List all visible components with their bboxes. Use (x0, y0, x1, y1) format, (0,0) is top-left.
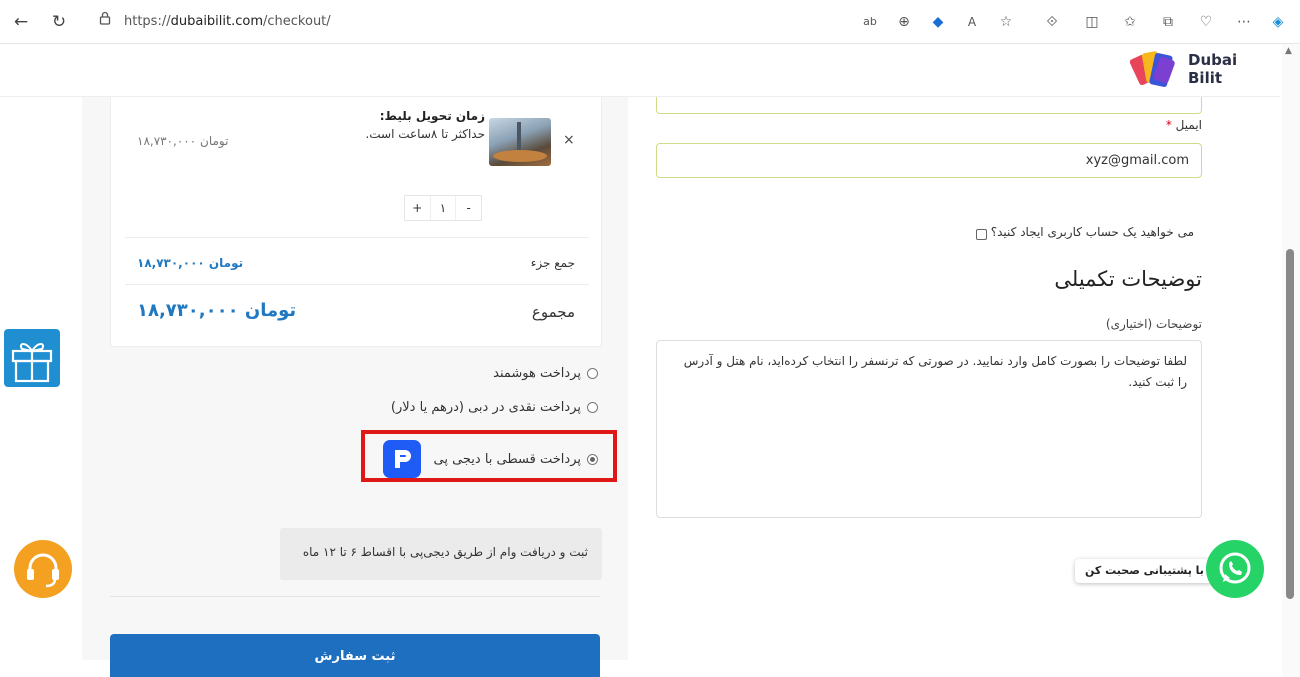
whatsapp-icon (1219, 552, 1251, 584)
qty-decrease-button[interactable]: - (456, 196, 481, 220)
billing-form: ایمیل * xyz@gmail.com می خواهید یک حساب … (656, 44, 1202, 644)
required-marker: * (1165, 118, 1172, 132)
page-viewport: Dubai Bilit ۱۸,۷۳۰,۰۰۰ تومان زمان تحویل … (0, 44, 1300, 677)
digipay-logo-icon (383, 440, 422, 478)
url-prefix: https:// (124, 14, 171, 29)
order-notes-textarea[interactable]: لطفا توضیحات را بصورت کامل وارد نمایید. … (656, 340, 1202, 518)
qty-increase-button[interactable]: + (405, 196, 430, 220)
whatsapp-widget[interactable] (1206, 540, 1264, 598)
email-field[interactable]: xyz@gmail.com (656, 143, 1202, 178)
total-label: مجموع (531, 303, 575, 321)
browser-toolbar: ← ↻ https://dubaibilit.com/checkout/ ab … (0, 0, 1300, 44)
collections-icon[interactable]: ⧉ (1158, 12, 1178, 32)
total-value: ۱۸,۷۳۰,۰۰۰ تومان (137, 300, 297, 321)
url-path: /checkout/ (263, 14, 331, 29)
coupon-tag-icon[interactable]: ◆ (928, 12, 948, 32)
zoom-icon[interactable]: ⊕ (894, 12, 914, 32)
subtotal-value: ۱۸,۷۳۰,۰۰۰ تومان (137, 256, 244, 270)
payment-label-smart: پرداخت هوشمند (493, 366, 581, 381)
gift-widget[interactable] (4, 329, 60, 387)
product-thumbnail (489, 118, 551, 166)
payment-label-digipay: پرداخت قسطی با دیجی پی (433, 451, 581, 467)
translate-icon[interactable]: ab (860, 12, 880, 32)
scrollbar-thumb[interactable] (1286, 249, 1294, 599)
digipay-info-box: ثبت و دریافت وام از طریق دیجی‌پی با اقسا… (280, 528, 602, 580)
order-summary-card: ۱۸,۷۳۰,۰۰۰ تومان زمان تحویل بلیط: حداکثر… (110, 97, 602, 347)
scroll-up-arrow-icon[interactable]: ▲ (1285, 46, 1292, 56)
quantity-stepper: + ۱ - (404, 195, 482, 221)
product-title: زمان تحویل بلیط: (379, 109, 485, 123)
brand-logo[interactable]: Dubai Bilit (1129, 46, 1250, 92)
chat-with-support-label[interactable]: با پشتیبانی صحبت کن (1075, 559, 1214, 583)
support-widget[interactable] (14, 540, 72, 598)
read-aloud-icon[interactable]: A (962, 12, 982, 32)
more-menu-icon[interactable]: ⋯ (1234, 12, 1254, 32)
brand-line1: Dubai (1188, 51, 1238, 69)
headset-icon (27, 553, 59, 588)
address-bar[interactable]: https://dubaibilit.com/checkout/ (124, 14, 331, 29)
radio-cash[interactable] (587, 402, 598, 413)
gift-icon (11, 343, 53, 383)
site-header: Dubai Bilit (0, 44, 1280, 97)
scrollbar[interactable]: ▲ (1282, 44, 1300, 677)
back-arrow-icon[interactable]: ← (10, 11, 32, 33)
brand-name: Dubai Bilit (1188, 51, 1237, 87)
remove-item-button[interactable]: × (563, 132, 575, 148)
create-account-option[interactable]: می خواهید یک حساب کاربری ایجاد کنید؟ (975, 223, 1194, 240)
notes-label: توضیحات (اختیاری) (1105, 317, 1202, 331)
divider (125, 237, 589, 238)
refresh-icon[interactable]: ↻ (48, 11, 70, 33)
brand-line2: Bilit (1188, 69, 1223, 87)
create-account-checkbox[interactable] (975, 229, 987, 240)
divider (110, 596, 600, 597)
product-description: حداکثر تا ۸ساعت است. (365, 127, 485, 141)
favorite-star-icon[interactable]: ☆ (996, 12, 1016, 32)
payment-label-cash: پرداخت نقدی در دبی (درهم یا دلار) (390, 400, 581, 415)
url-domain: dubaibilit.com (170, 14, 264, 29)
payment-option-smart[interactable]: پرداخت هوشمند (493, 366, 598, 381)
qty-value[interactable]: ۱ (429, 196, 457, 220)
order-review-panel: ۱۸,۷۳۰,۰۰۰ تومان زمان تحویل بلیط: حداکثر… (82, 97, 628, 677)
email-label: ایمیل * (1166, 118, 1202, 132)
additional-info-title: توضیحات تکمیلی (1054, 267, 1202, 291)
copilot-icon[interactable]: ◈ (1268, 12, 1288, 32)
line-item-price: ۱۸,۷۳۰,۰۰۰ تومان (137, 134, 229, 148)
lock-icon[interactable] (94, 11, 116, 33)
place-order-button[interactable]: ثبت سفارش (110, 634, 600, 677)
extensions-icon[interactable]: ⟐ (1042, 12, 1062, 32)
logo-tickets-icon (1129, 51, 1175, 87)
payment-option-cash[interactable]: پرداخت نقدی در دبی (درهم یا دلار) (391, 400, 598, 415)
radio-digipay[interactable] (587, 453, 598, 465)
create-account-label: می خواهید یک حساب کاربری ایجاد کنید؟ (990, 224, 1194, 239)
divider (125, 284, 589, 285)
email-label-text: ایمیل (1175, 118, 1202, 132)
payment-option-digipay[interactable]: پرداخت قسطی با دیجی پی (383, 440, 598, 478)
radio-smart[interactable] (587, 368, 598, 379)
subtotal-label: جمع جزء (530, 256, 575, 270)
favorites-icon[interactable]: ✩ (1120, 12, 1140, 32)
split-screen-icon[interactable]: ◫ (1082, 12, 1102, 32)
browser-essentials-icon[interactable]: ♡ (1196, 12, 1216, 32)
